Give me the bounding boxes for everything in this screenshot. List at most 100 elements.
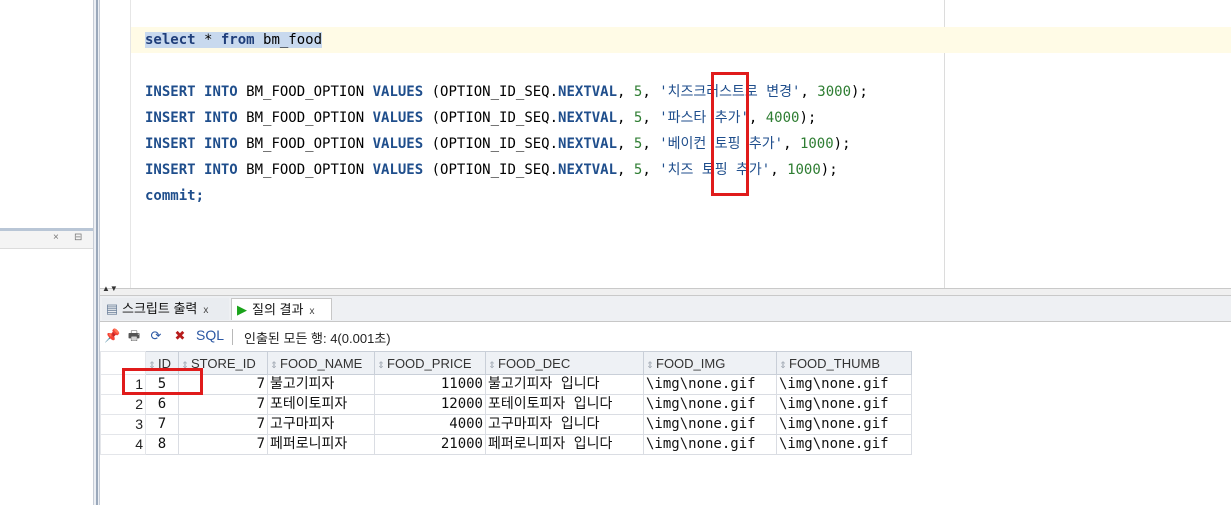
cell-food-img[interactable]: \img\none.gif — [643, 434, 777, 455]
tab-query-result[interactable]: ▶ 질의 결과 x — [231, 298, 332, 320]
pin-icon[interactable]: 📌 — [104, 328, 120, 344]
code-token: , — [617, 110, 634, 126]
code-token: (OPTION_ID_SEQ. — [423, 110, 559, 126]
left-panel: × ⊟ — [0, 0, 93, 505]
cell-food-thumb[interactable]: \img\none.gif — [776, 374, 912, 395]
code-token: , — [642, 162, 660, 178]
id-highlight-box-editor — [711, 72, 749, 196]
cell-food-price[interactable]: 12000 — [374, 394, 486, 415]
cell-id[interactable]: 6 — [145, 394, 179, 415]
keyword-into: INTO — [204, 162, 238, 178]
cell-food-dec[interactable]: 포테이토피자 입니다 — [485, 394, 644, 415]
code-token: , — [800, 84, 818, 100]
tab-close-icon[interactable]: x — [203, 305, 208, 316]
column-header-food-dec[interactable]: ⇕ FOOD_DEC — [485, 351, 644, 375]
cell-food-name[interactable]: 페퍼로니피자 — [267, 434, 375, 455]
cell-id[interactable]: 7 — [145, 414, 179, 435]
column-header-food-img[interactable]: ⇕ FOOD_IMG — [643, 351, 777, 375]
option-price-value: 3000 — [817, 84, 851, 100]
results-toolbar: 📌 🖶 ⟳ ✖ SQL 인출된 모든 행: 4(0.001초) — [100, 322, 1231, 351]
cell-food-img[interactable]: \img\none.gif — [643, 414, 777, 435]
cell-store-id[interactable]: 7 — [178, 414, 268, 435]
code-token: ); — [851, 84, 868, 100]
cell-food-name[interactable]: 고구마피자 — [267, 414, 375, 435]
left-panel-content — [0, 249, 93, 505]
tab-close-icon[interactable]: x — [309, 306, 314, 317]
horizontal-splitter[interactable]: ▲▼ — [100, 285, 1231, 296]
panel-minimize-icon[interactable]: ⊟ — [74, 232, 82, 243]
delete-icon[interactable]: ✖ — [172, 328, 188, 344]
cell-food-thumb[interactable]: \img\none.gif — [776, 434, 912, 455]
table-row[interactable]: 3 7 7 고구마피자 4000 고구마피자 입니다 \img\none.gif… — [100, 414, 912, 435]
keyword-insert: INSERT — [145, 136, 196, 152]
code-token: , — [770, 162, 788, 178]
cell-food-price[interactable]: 4000 — [374, 414, 486, 435]
code-line-commit[interactable]: commit; — [145, 186, 204, 206]
code-token: , — [617, 162, 634, 178]
column-label: FOOD_NAME — [280, 355, 363, 371]
cell-id[interactable]: 8 — [145, 434, 179, 455]
script-output-icon: ▤ — [105, 301, 119, 316]
code-token: , — [642, 84, 660, 100]
left-panel-header: × ⊟ — [0, 231, 93, 249]
code-line-select[interactable]: select * from bm_food — [145, 30, 323, 50]
row-number[interactable]: 2 — [100, 394, 146, 415]
table-row[interactable]: 1 5 7 불고기피자 11000 불고기피자 입니다 \img\none.gi… — [100, 374, 912, 395]
results-grid[interactable]: ⇕ ID ⇕ STORE_ID ⇕ FOOD_NAME ⇕ FOOD_PRICE ⇕ FO… — [100, 351, 912, 455]
toolbar-divider — [232, 329, 233, 345]
cell-food-price[interactable]: 21000 — [374, 434, 486, 455]
keyword-nextval: NEXTVAL — [558, 162, 618, 178]
column-header-food-name[interactable]: ⇕ FOOD_NAME — [267, 351, 375, 375]
code-token: ); — [833, 136, 851, 152]
table-row[interactable]: 2 6 7 포테이토피자 12000 포테이토피자 입니다 \img\none.… — [100, 394, 912, 415]
keyword-insert: INSERT — [145, 110, 196, 126]
cell-food-dec[interactable]: 페퍼로니피자 입니다 — [485, 434, 644, 455]
keyword-into: INTO — [204, 84, 238, 100]
cell-food-thumb[interactable]: \img\none.gif — [776, 394, 912, 415]
option-price-value: 1000 — [799, 136, 834, 152]
print-icon[interactable]: 🖶 — [126, 328, 142, 344]
code-token: , — [617, 84, 634, 100]
collapse-arrows-icon[interactable]: ▲▼ — [102, 285, 118, 293]
table-name: BM_FOOD_OPTION — [237, 136, 373, 152]
cell-food-price[interactable]: 11000 — [374, 374, 486, 395]
cell-food-dec[interactable]: 불고기피자 입니다 — [485, 374, 644, 395]
cell-store-id[interactable]: 7 — [178, 394, 268, 415]
code-token: (OPTION_ID_SEQ. — [423, 84, 559, 100]
cell-food-thumb[interactable]: \img\none.gif — [776, 414, 912, 435]
keyword-into: INTO — [204, 136, 238, 152]
panel-close-icon[interactable]: × — [53, 232, 59, 243]
sort-icon[interactable]: ⇕ — [375, 360, 387, 371]
keyword-values: VALUES — [372, 110, 424, 126]
refresh-icon[interactable]: ⟳ — [148, 328, 164, 344]
id-highlight-box-grid — [122, 368, 203, 395]
tab-script-output[interactable]: ▤ 스크립트 출력 x — [102, 298, 229, 320]
code-line-insert[interactable]: INSERT INTO BM_FOOD_OPTION VALUES (OPTIO… — [145, 82, 868, 102]
tab-label: 질의 결과 — [252, 302, 304, 317]
column-label: FOOD_DEC — [498, 355, 571, 371]
cell-food-name[interactable]: 불고기피자 — [267, 374, 375, 395]
cell-food-dec[interactable]: 고구마피자 입니다 — [485, 414, 644, 435]
sql-button[interactable]: SQL — [196, 327, 224, 343]
vertical-splitter[interactable] — [93, 0, 100, 505]
sort-icon[interactable]: ⇕ — [486, 360, 498, 371]
column-header-food-thumb[interactable]: ⇕ FOOD_THUMB — [776, 351, 912, 375]
keyword-values: VALUES — [372, 162, 424, 178]
sort-icon[interactable]: ⇕ — [644, 360, 656, 371]
keyword-insert: INSERT — [145, 84, 196, 100]
table-name: BM_FOOD_OPTION — [237, 84, 373, 100]
sort-icon[interactable]: ⇕ — [777, 360, 789, 371]
table-row[interactable]: 4 8 7 페퍼로니피자 21000 페퍼로니피자 입니다 \img\none.… — [100, 434, 912, 455]
cell-food-img[interactable]: \img\none.gif — [643, 374, 777, 395]
cell-food-name[interactable]: 포테이토피자 — [267, 394, 375, 415]
column-label: FOOD_THUMB — [789, 355, 880, 371]
cell-food-img[interactable]: \img\none.gif — [643, 394, 777, 415]
cell-store-id[interactable]: 7 — [178, 434, 268, 455]
row-number[interactable]: 3 — [100, 414, 146, 435]
keyword-select: select — [145, 32, 196, 48]
column-header-food-price[interactable]: ⇕ FOOD_PRICE — [374, 351, 486, 375]
fetch-status: 인출된 모든 행: 4(0.001초) — [244, 331, 391, 346]
row-number[interactable]: 4 — [100, 434, 146, 455]
sort-icon[interactable]: ⇕ — [268, 360, 280, 371]
keyword-from: from — [220, 32, 255, 48]
